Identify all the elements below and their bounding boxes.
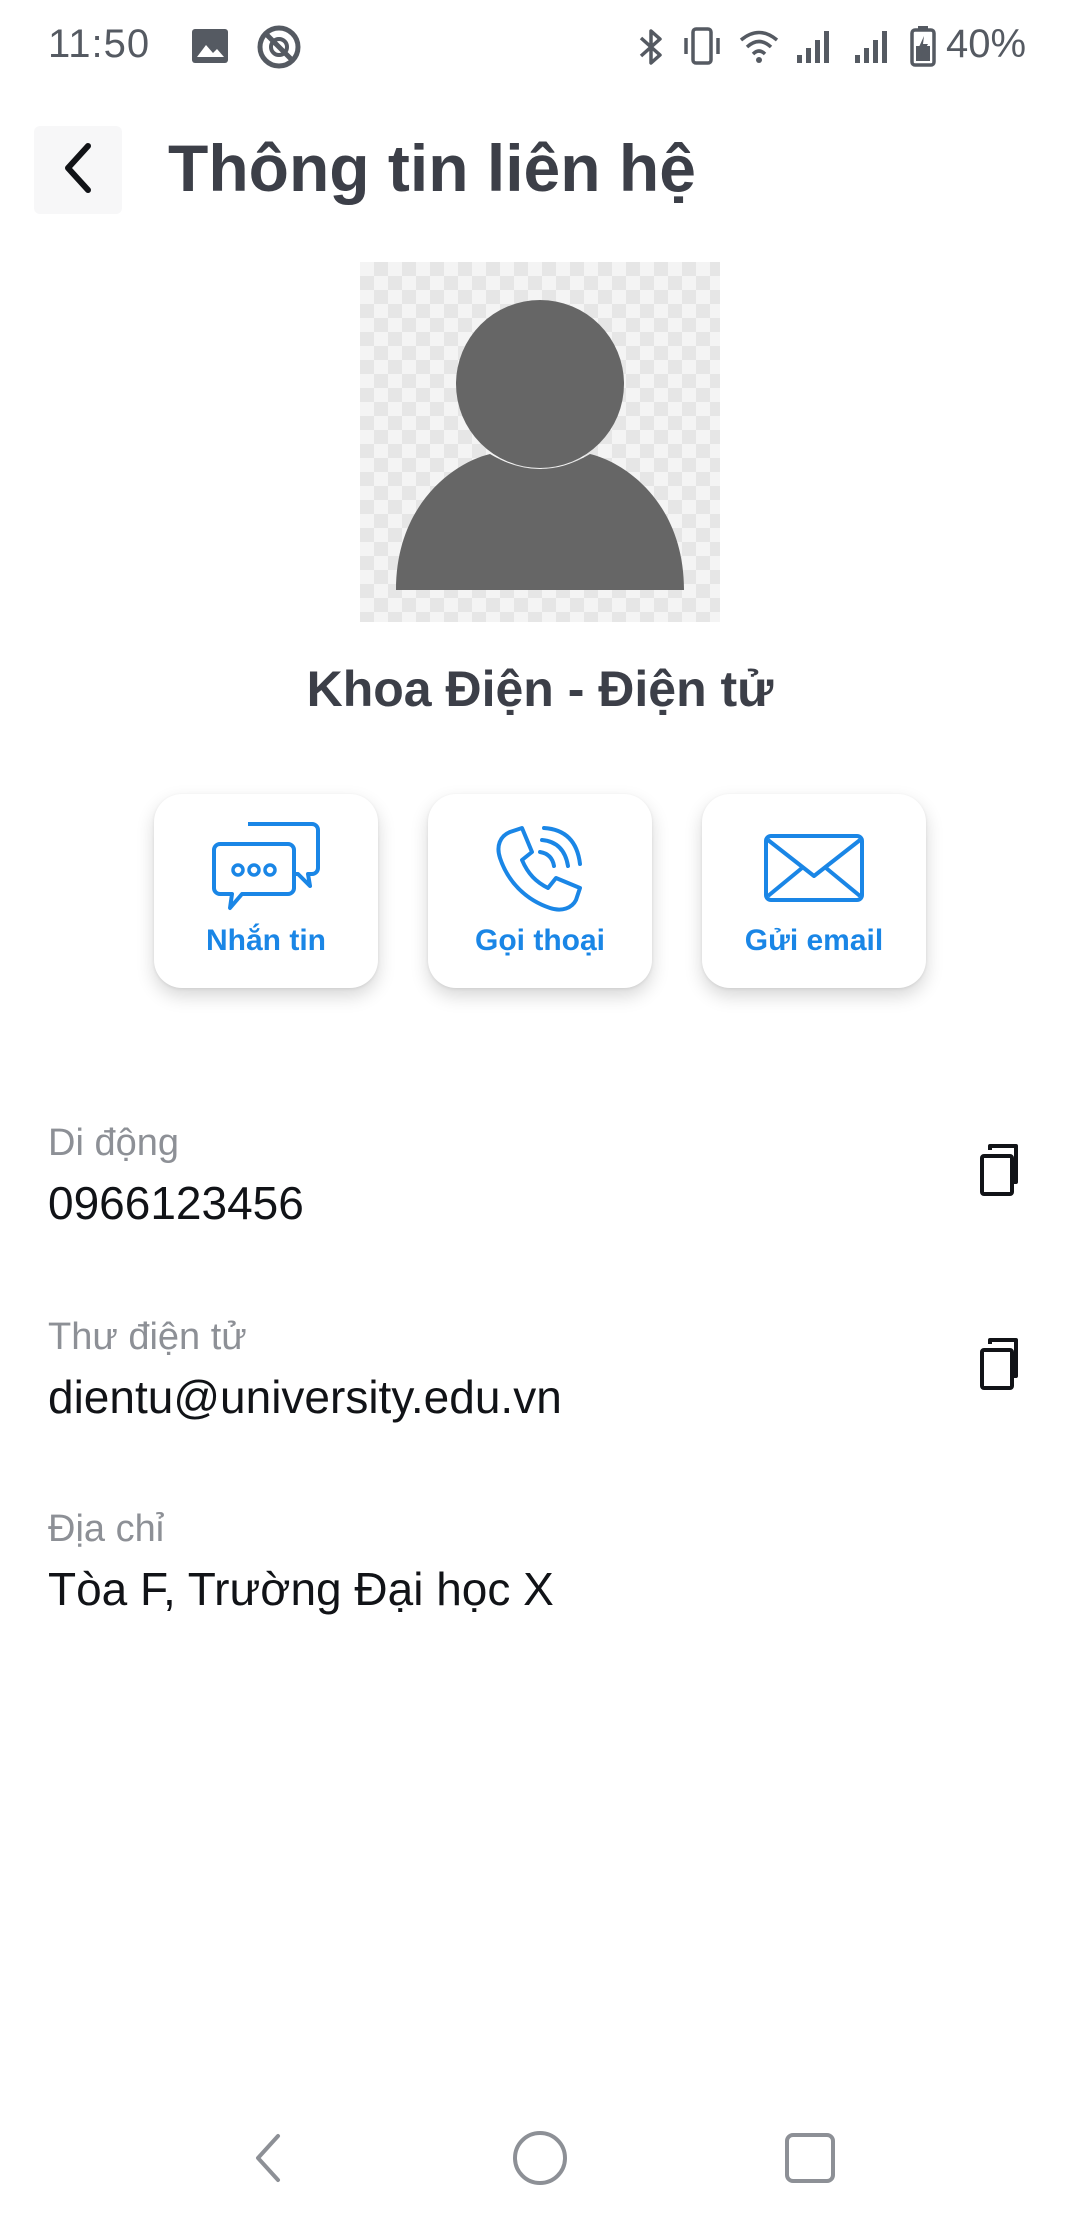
email-label: Thư điện tử (48, 1316, 247, 1358)
contact-name: Khoa Điện - Điện tử (306, 661, 774, 717)
address-value: Tòa F, Trường Đại học X (48, 1563, 554, 1615)
back-button[interactable] (34, 126, 122, 214)
mobile-value: 0966123456 (48, 1177, 304, 1229)
page-title: Thông tin liên hệ (168, 131, 696, 205)
message-button-label: Nhắn tin (206, 924, 326, 957)
call-button[interactable]: Gọi thoại (428, 794, 652, 988)
status-time: 11:50 (48, 22, 151, 66)
call-button-label: Gọi thoại (475, 924, 605, 957)
nav-home-button[interactable] (500, 2110, 580, 2210)
data-saver-icon (256, 24, 302, 75)
chevron-left-icon (58, 140, 98, 201)
copy-icon (976, 1142, 1028, 1203)
email-button[interactable]: Gửi email (702, 794, 926, 988)
email-value: dientu@university.edu.vn (48, 1371, 562, 1423)
battery-icon (908, 24, 938, 73)
nav-recents-icon (782, 2130, 838, 2191)
address-label: Địa chỉ (48, 1508, 165, 1550)
avatar (360, 262, 720, 622)
envelope-icon (702, 816, 926, 920)
wifi-icon (738, 26, 780, 71)
battery-percentage: 40% (946, 22, 1027, 66)
message-button[interactable]: Nhắn tin (154, 794, 378, 988)
copy-mobile-button[interactable] (972, 1142, 1032, 1202)
phone-call-icon (428, 816, 652, 920)
chat-bubbles-icon (154, 816, 378, 920)
nav-home-icon (510, 2128, 570, 2193)
vibrate-icon (680, 24, 724, 73)
system-nav-bar (0, 2110, 1080, 2210)
bluetooth-icon (636, 26, 666, 73)
nav-recents-button[interactable] (770, 2110, 850, 2210)
person-placeholder-icon (396, 300, 684, 590)
email-button-label: Gửi email (744, 924, 884, 957)
nav-back-icon (248, 2128, 288, 2193)
contact-info-screen: 11:50 40% Thông tin liên hệ Khoa Điện - … (0, 0, 1080, 2232)
signal-icon (852, 26, 892, 71)
status-bar: 11:50 40% (0, 0, 1080, 96)
image-icon (190, 26, 230, 71)
copy-email-button[interactable] (972, 1336, 1032, 1396)
copy-icon (976, 1336, 1028, 1397)
signal-icon (794, 26, 834, 71)
mobile-label: Di động (48, 1122, 179, 1164)
nav-back-button[interactable] (228, 2110, 308, 2210)
